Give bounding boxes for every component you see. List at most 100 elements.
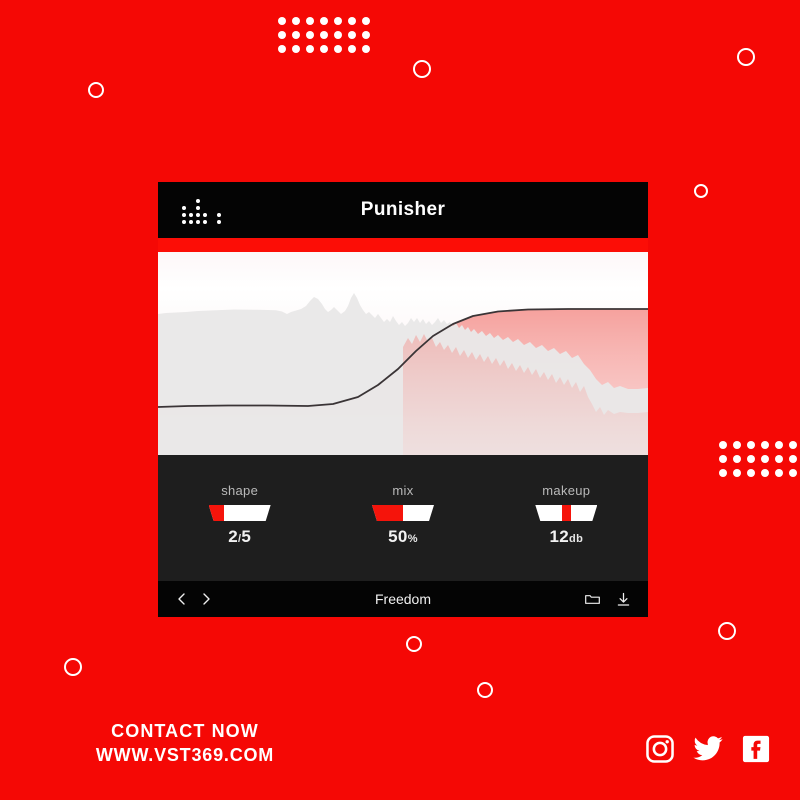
knob-fill-mix [371,505,403,521]
deco-dot [306,45,314,53]
knob-value-makeup: 12db [550,527,584,547]
contact-block: CONTACT NOW WWW.VST369.COM [70,720,300,768]
deco-circle [64,658,82,676]
facebook-icon[interactable] [740,733,772,765]
dot-grid-right [716,438,800,480]
logo-dot [196,199,200,203]
knob-slider-mix[interactable] [371,505,434,521]
logo-dot [203,220,207,224]
waveform-svg [158,293,648,455]
deco-dot [278,17,286,25]
deco-dot [775,469,783,477]
preset-name-label: Freedom [374,591,432,607]
knob-shape[interactable]: shape 2/5 [180,483,300,547]
contact-now-label: CONTACT NOW [111,721,259,741]
logo-dot [189,213,193,217]
dot-grid-top [275,14,373,56]
preset-nav [174,591,214,607]
deco-circle [406,636,422,652]
twitter-icon[interactable] [692,733,724,765]
deco-dot [292,17,300,25]
plugin-header: Punisher [158,182,648,238]
plugin-title: Punisher [360,199,446,220]
knob-fill-shape [208,505,225,521]
knob-value-suffix-shape: 5 [241,527,252,546]
deco-dot [733,441,741,449]
deco-dot [348,17,356,25]
header-accent-bar [158,238,648,252]
deco-dot [306,17,314,25]
chevron-left-icon[interactable] [174,591,190,607]
deco-circle [694,184,708,198]
deco-dot [733,455,741,463]
deco-circle [413,60,431,78]
logo-dot [203,213,207,217]
deco-dot [278,45,286,53]
deco-dot [320,45,328,53]
deco-dot [747,441,755,449]
controls-panel: shape 2/5 mix 50% makeup 12db [158,455,648,581]
deco-dot [789,441,797,449]
knob-makeup[interactable]: makeup 12db [506,483,626,547]
knob-slider-makeup[interactable] [535,505,598,521]
deco-dot [747,469,755,477]
deco-dot [362,45,370,53]
plugin-footer: Freedom [158,581,648,617]
deco-dot [761,455,769,463]
deco-dot [747,455,755,463]
knob-value-mix: 50% [388,527,418,547]
logo-dot [182,220,186,224]
deco-dot [761,441,769,449]
social-links [644,733,772,765]
plugin-window: Punisher shape 2/5 mix 50% makeup 12db F… [158,182,648,617]
deco-dot [334,31,342,39]
deco-circle [477,682,493,698]
deco-dot [334,45,342,53]
deco-dot [775,441,783,449]
deco-circle [88,82,104,98]
knob-track-mix [371,505,434,521]
knob-value-unit-makeup: db [569,533,584,545]
deco-dot [320,17,328,25]
knob-track-shape [208,505,271,521]
deco-dot [761,469,769,477]
logo-dot [217,220,221,224]
deco-dot [292,31,300,39]
knob-slider-shape[interactable] [208,505,271,521]
logo-dot [196,220,200,224]
knob-value-number-shape: 2 [228,527,238,546]
deco-dot [719,469,727,477]
deco-dot [362,17,370,25]
contact-url-label: WWW.VST369.COM [95,744,275,765]
knob-label-makeup: makeup [542,483,591,498]
deco-dot [789,455,797,463]
logo-dot [217,213,221,217]
instagram-icon[interactable] [644,733,676,765]
deco-circle [737,48,755,66]
knob-mix[interactable]: mix 50% [343,483,463,547]
footer-actions [584,591,632,608]
deco-dot [789,469,797,477]
deco-dot [719,441,727,449]
logo-dot [182,206,186,210]
logo-dot [196,213,200,217]
knob-value-number-makeup: 12 [549,527,570,546]
knob-value-number-mix: 50 [388,527,408,546]
deco-dot [348,45,356,53]
deco-dot [278,31,286,39]
deco-dot [334,17,342,25]
logo-dot [196,206,200,210]
folder-icon[interactable] [584,591,601,608]
knob-track-makeup [535,505,598,521]
chevron-right-icon[interactable] [198,591,214,607]
deco-dot [775,455,783,463]
knob-label-mix: mix [392,483,414,498]
download-icon[interactable] [615,591,632,608]
deco-dot [348,31,356,39]
deco-dot [320,31,328,39]
deco-dot [362,31,370,39]
waveform-display[interactable] [158,252,648,455]
knob-value-unit-mix: % [407,533,418,545]
deco-circle [718,622,736,640]
knob-label-shape: shape [221,483,259,498]
